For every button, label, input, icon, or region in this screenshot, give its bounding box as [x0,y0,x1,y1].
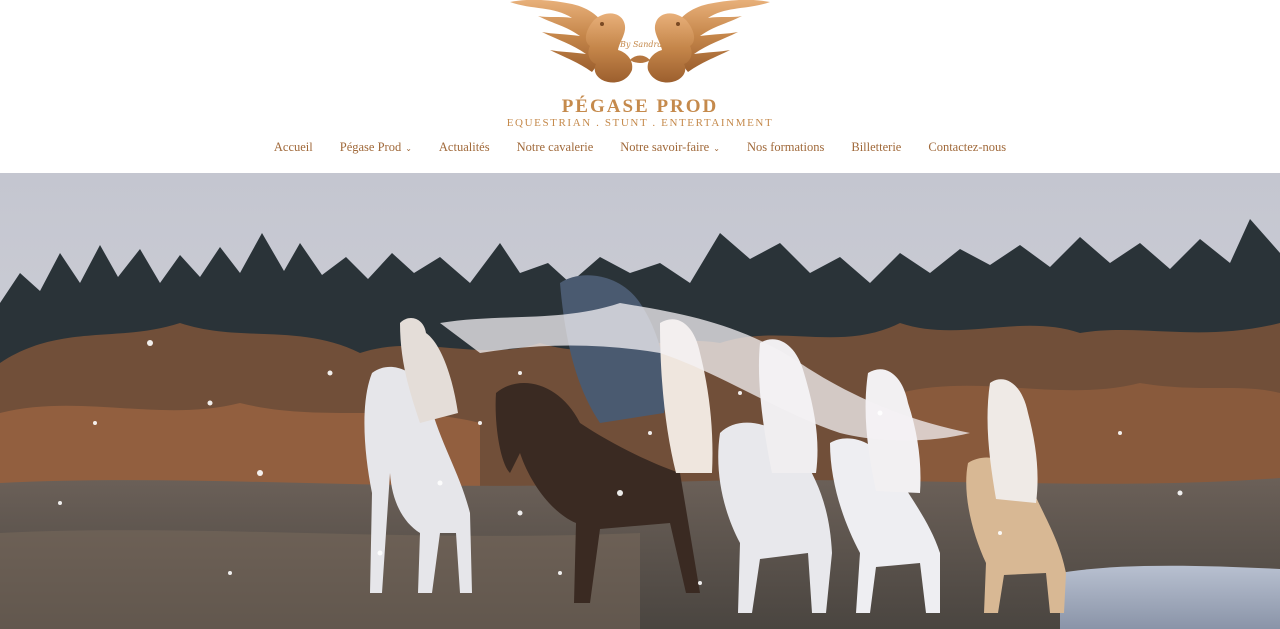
nav-item-label: Accueil [273,140,313,154]
main-navigation: Accueil Pégase Prod ⌄ Actualités Notre c… [0,138,1280,160]
nav-item-notre-savoir-faire[interactable]: Notre savoir-faire ⌄ [607,140,734,155]
nav-item-label: Pégase Prod [339,140,402,154]
chevron-down-icon: ⌄ [405,144,412,153]
nav-item-accueil[interactable]: Accueil [260,140,326,155]
hero-banner [0,173,1280,629]
nav-item-label: Billetterie [851,140,902,154]
nav-item-pegase-prod[interactable]: Pégase Prod ⌄ [326,140,425,155]
brand-name: PÉGASE PROD [561,96,719,117]
nav-item-label: Notre cavalerie [516,140,594,154]
nav-item-contactez-nous[interactable]: Contactez-nous [915,140,1020,155]
brand-tagline: EQUESTRIAN . STUNT . ENTERTAINMENT [506,117,774,129]
winged-horses-emblem-icon [510,0,770,83]
nav-item-label: Nos formations [746,140,825,154]
nav-item-billetterie[interactable]: Billetterie [838,140,915,155]
nav-menu: Accueil Pégase Prod ⌄ Actualités Notre c… [260,140,1019,155]
nav-item-nos-formations[interactable]: Nos formations [733,140,837,155]
hero-image [0,173,1280,629]
nav-item-actualites[interactable]: Actualités [425,140,503,155]
site-header: By Sandra PÉGASE PROD EQUESTRIAN . STUNT… [0,0,1280,173]
logo-signature: By Sandra [620,40,663,49]
nav-item-label: Contactez-nous [928,140,1007,154]
nav-item-label: Actualités [438,140,490,154]
nav-item-label: Notre savoir-faire [620,140,710,154]
nav-item-notre-cavalerie[interactable]: Notre cavalerie [503,140,607,155]
site-logo[interactable]: By Sandra PÉGASE PROD EQUESTRIAN . STUNT… [480,0,800,132]
chevron-down-icon: ⌄ [713,144,720,153]
